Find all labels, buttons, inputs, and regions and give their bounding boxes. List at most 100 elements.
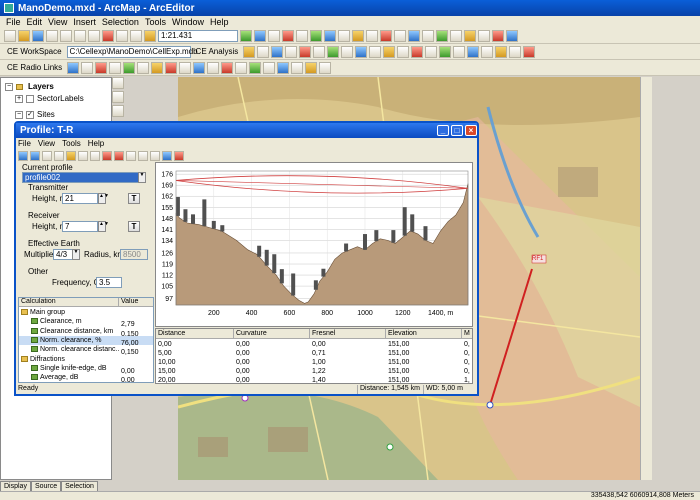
menu-file[interactable]: File xyxy=(6,17,21,27)
grid-cell[interactable]: 10,00 xyxy=(156,358,234,367)
menu-view[interactable]: View xyxy=(48,17,67,27)
profile-menu-view[interactable]: View xyxy=(38,139,55,149)
table-row[interactable]: Average, dB 0,00 xyxy=(19,373,153,382)
calc-header-value[interactable]: Value xyxy=(119,298,153,307)
ce-n-icon[interactable] xyxy=(425,45,438,58)
rl-n-icon[interactable] xyxy=(249,61,262,74)
tool-o-icon[interactable] xyxy=(464,29,476,42)
redo-icon[interactable] xyxy=(130,29,142,42)
ce-q-icon[interactable] xyxy=(467,45,480,58)
grid-cell[interactable]: 0,00 xyxy=(234,358,310,367)
ce-m-icon[interactable] xyxy=(411,45,424,58)
grid-header[interactable]: Distance xyxy=(156,329,234,339)
tool-c-icon[interactable] xyxy=(296,29,308,42)
open-profile-icon[interactable] xyxy=(18,151,28,161)
grid-cell[interactable]: 0,00 xyxy=(234,367,310,376)
tool-d-icon[interactable] xyxy=(310,29,322,42)
terrain-icon[interactable] xyxy=(102,151,112,161)
scale-field[interactable]: 1:21.431 xyxy=(158,29,238,42)
tx-height-input[interactable]: 21 xyxy=(62,193,98,204)
editor-icon[interactable] xyxy=(240,29,252,42)
table-row[interactable]: Norm. clearance distanc...0,150 xyxy=(19,345,153,356)
rl-p-icon[interactable] xyxy=(277,61,290,74)
menu-insert[interactable]: Insert xyxy=(73,17,96,27)
grid-cell[interactable]: 5,00 xyxy=(156,349,234,358)
settings-icon[interactable] xyxy=(174,151,184,161)
table-row[interactable]: Norm. clearance, % 76,00 xyxy=(19,335,153,347)
collapse-icon[interactable]: − xyxy=(5,82,13,91)
chart-icon[interactable] xyxy=(78,151,88,161)
rl-s-icon[interactable] xyxy=(319,61,332,74)
toc-layer-sectorlabels[interactable]: + SectorLabels xyxy=(15,94,84,103)
db-path-field[interactable]: C:\Cellexp\ManoDemo\CellExp.mdb xyxy=(66,45,198,58)
grid-cell[interactable]: 1,00 xyxy=(310,358,386,367)
copy-icon[interactable] xyxy=(74,29,86,42)
profile-menu-file[interactable]: File xyxy=(18,139,31,149)
grid-cell[interactable]: 0,00 xyxy=(234,340,310,349)
paste-icon[interactable] xyxy=(88,29,100,42)
tool-m-icon[interactable] xyxy=(436,29,448,42)
ce-i-icon[interactable] xyxy=(355,45,368,58)
grid-cell[interactable]: 1,22 xyxy=(310,367,386,376)
rl-f-icon[interactable] xyxy=(137,61,150,74)
ce-a-icon[interactable] xyxy=(243,45,256,58)
tool-l-icon[interactable] xyxy=(422,29,434,42)
tool-a-icon[interactable] xyxy=(268,29,280,42)
rx-t-button[interactable]: T xyxy=(128,221,140,232)
tool-e-icon[interactable] xyxy=(324,29,336,42)
table-row[interactable]: Diffractions xyxy=(19,355,153,364)
ce-f-icon[interactable] xyxy=(313,45,326,58)
zoom-out-icon[interactable] xyxy=(112,91,124,103)
toc-layer-sites[interactable]: − ✓ Sites xyxy=(15,110,55,119)
close-button[interactable]: × xyxy=(465,125,477,136)
ce-t-icon[interactable] xyxy=(509,45,522,58)
expand-icon[interactable]: + xyxy=(15,94,23,103)
minimize-button[interactable]: _ xyxy=(437,125,449,136)
visibility-checkbox[interactable]: ✓ xyxy=(26,110,34,119)
tx-height-spinner[interactable]: ▲▼ xyxy=(98,193,109,204)
grid-cell[interactable]: 151,00 xyxy=(386,376,462,383)
edit-icon[interactable] xyxy=(90,151,100,161)
rl-a-icon[interactable] xyxy=(67,61,80,74)
menu-edit[interactable]: Edit xyxy=(27,17,43,27)
ce-j-icon[interactable] xyxy=(369,45,382,58)
collapse-icon[interactable]: − xyxy=(15,110,23,119)
rl-h-icon[interactable] xyxy=(165,61,178,74)
zoom-in-icon[interactable] xyxy=(112,77,124,89)
grid-cell[interactable]: 0,71 xyxy=(310,349,386,358)
rl-m-icon[interactable] xyxy=(235,61,248,74)
ce-u-icon[interactable] xyxy=(523,45,536,58)
ce-p-icon[interactable] xyxy=(453,45,466,58)
grid-header[interactable]: Fresnel xyxy=(310,329,386,339)
maximize-button[interactable]: □ xyxy=(451,125,463,136)
rl-b-icon[interactable] xyxy=(81,61,94,74)
table-row[interactable]: Clearance, m 2,79 xyxy=(19,317,153,328)
tx-t-button[interactable]: T xyxy=(128,193,140,204)
ce-b-icon[interactable] xyxy=(257,45,270,58)
ce-r-icon[interactable] xyxy=(481,45,494,58)
refresh-icon[interactable] xyxy=(42,151,52,161)
table-row[interactable]: Clearance distance, km 0,150 xyxy=(19,327,153,338)
profile-chart[interactable]: 97 105 112 119 126 134 141 148 155 162 169 176 200 40… xyxy=(155,162,473,327)
rx-height-spinner[interactable]: ▲▼ xyxy=(98,221,109,232)
toc-root[interactable]: − Layers xyxy=(5,82,54,91)
rl-c-icon[interactable] xyxy=(95,61,108,74)
fresnel-icon[interactable] xyxy=(126,151,136,161)
ce-d-icon[interactable] xyxy=(285,45,298,58)
grid-cell[interactable]: 0, xyxy=(462,340,472,349)
table-row[interactable]: Single knife-edge, dB 0,00 xyxy=(19,364,153,375)
grid-cell[interactable]: 0,00 xyxy=(234,349,310,358)
map-scrollbar[interactable] xyxy=(640,77,652,480)
clutter-icon[interactable] xyxy=(114,151,124,161)
arc-toolbox-icon[interactable] xyxy=(254,29,266,42)
profile-title-bar[interactable]: Profile: T-R _ □ × xyxy=(16,123,477,138)
analysis-menu[interactable]: CE Analysis xyxy=(193,47,242,56)
grid-cell[interactable]: 151,00 xyxy=(386,349,462,358)
rl-j-icon[interactable] xyxy=(193,61,206,74)
grid-cell[interactable]: 15,00 xyxy=(156,367,234,376)
grid-header[interactable]: Elevation xyxy=(386,329,462,339)
tool-b-icon[interactable] xyxy=(282,29,294,42)
grid-cell[interactable]: 0, xyxy=(462,349,472,358)
current-profile-select[interactable]: profile002 xyxy=(22,172,146,183)
grid-cell[interactable]: 0,00 xyxy=(234,376,310,383)
